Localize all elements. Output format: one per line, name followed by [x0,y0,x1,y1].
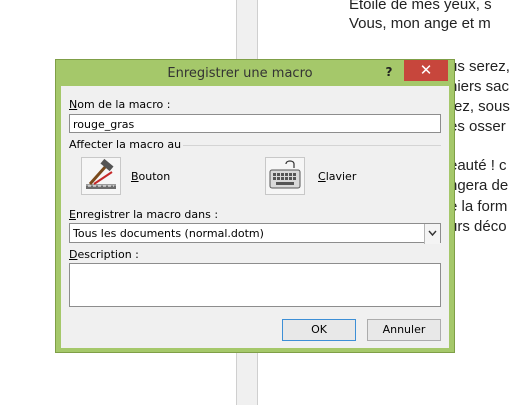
description-textarea[interactable] [69,263,441,307]
macro-name-input[interactable]: rouge_gras [69,114,441,133]
cancel-button[interactable]: Annuler [367,319,441,341]
close-button[interactable]: ✕ [404,60,448,81]
assign-macro-label: Affecter la macro au [69,138,182,151]
document-line: urs déco [449,218,507,235]
document-line: Vous, mon ange et m [349,15,491,32]
record-macro-dialog: Enregistrer une macro ? ✕ Nom de la macr… [55,59,455,353]
document-line: rez, sous [449,98,510,115]
dialog-body: Nom de la macro : rouge_gras Affecter la… [61,86,449,348]
close-icon: ✕ [419,61,433,79]
store-macro-label: Enregistrer la macro dans : [69,208,219,221]
section-divider [183,145,441,146]
assign-keyboard-option[interactable] [265,157,305,195]
dropdown-arrow[interactable] [424,224,440,244]
store-macro-select[interactable]: Tous les documents (normal.dotm) [69,223,441,244]
keyboard-option-label: Clavier [318,170,357,183]
dialog-titlebar[interactable]: Enregistrer une macro ? ✕ [56,60,454,86]
description-label: Description : [69,248,139,261]
document-line: eauté ! c [449,157,507,174]
document-line: niers sac [449,78,510,95]
macro-name-label: Nom de la macro : [69,98,171,111]
help-button[interactable]: ? [379,63,399,81]
keyboard-icon [269,160,301,189]
store-macro-value: Tous les documents (normal.dotm) [73,227,264,240]
button-option-label: Bouton [131,170,171,183]
toolbar-hammer-icon [86,158,116,189]
document-line: es osser [449,118,506,135]
assign-button-option[interactable] [81,157,121,195]
document-line: us serez, [449,58,510,75]
document-line: ngera de [449,177,509,194]
chevron-down-icon [428,230,437,237]
ok-button[interactable]: OK [282,319,356,341]
document-line: Étoile de mes yeux, s [349,0,492,13]
document-line: è la form [449,198,508,215]
